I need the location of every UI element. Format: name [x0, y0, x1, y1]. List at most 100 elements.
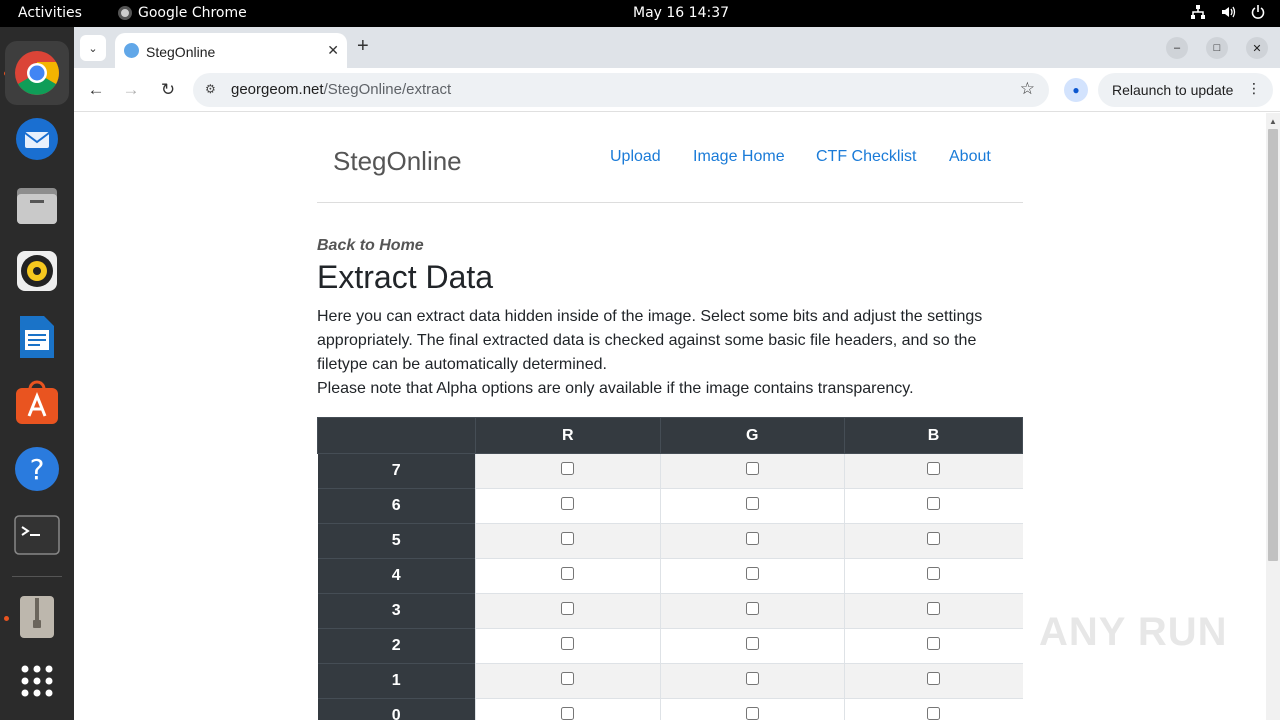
nav-image-home[interactable]: Image Home [693, 148, 785, 166]
app-grid-icon[interactable] [5, 649, 69, 713]
thunderbird-icon[interactable] [5, 107, 69, 171]
table-row: 4 [317, 558, 1023, 594]
back-arrow-icon[interactable]: ← [84, 78, 108, 102]
bit-cell [475, 593, 661, 629]
help-icon[interactable]: ? [5, 437, 69, 501]
bit-row-label: 0 [317, 698, 476, 720]
bit-cell [844, 523, 1023, 559]
bit-cell [844, 453, 1023, 489]
bit-cell [844, 663, 1023, 699]
tab-search-button[interactable]: ⌄ [80, 35, 106, 61]
new-tab-button[interactable]: + [357, 35, 369, 58]
header-divider [317, 202, 1023, 203]
bit-checkbox-b-7[interactable] [927, 462, 941, 475]
bit-cell [475, 663, 661, 699]
bit-checkbox-b-1[interactable] [927, 672, 941, 685]
bit-checkbox-g-0[interactable] [745, 707, 759, 720]
writer-icon[interactable] [5, 305, 69, 369]
clock[interactable]: May 16 14:37 [633, 5, 729, 21]
bit-checkbox-g-5[interactable] [745, 532, 759, 545]
address-bar[interactable]: ⚙ georgeom.net/StegOnline/extract ☆ [193, 73, 1049, 107]
chrome-icon[interactable] [5, 41, 69, 105]
dock-separator [12, 576, 62, 577]
table-row: 2 [317, 628, 1023, 664]
page-title: Extract Data [317, 259, 494, 295]
minimize-button[interactable]: – [1166, 37, 1188, 59]
back-to-home-link[interactable]: Back to Home [317, 237, 424, 255]
bit-checkbox-b-6[interactable] [927, 497, 941, 510]
bit-checkbox-g-2[interactable] [745, 637, 759, 650]
files-icon[interactable] [5, 173, 69, 237]
table-row: 3 [317, 593, 1023, 629]
dock: ? [0, 27, 74, 720]
bit-row-label: 2 [317, 628, 476, 664]
bit-checkbox-g-1[interactable] [745, 672, 759, 685]
bit-checkbox-b-4[interactable] [927, 567, 941, 580]
bit-cell [844, 628, 1023, 664]
scrollbar-thumb[interactable] [1268, 129, 1278, 561]
site-brand[interactable]: StegOnline [333, 146, 462, 177]
bit-checkbox-b-5[interactable] [927, 532, 941, 545]
bit-checkbox-b-3[interactable] [927, 602, 941, 615]
url-text[interactable]: georgeom.net/StegOnline/extract [231, 81, 451, 98]
reload-icon[interactable]: ↻ [156, 78, 180, 102]
bit-cell [475, 628, 661, 664]
bit-checkbox-r-5[interactable] [561, 532, 575, 545]
bit-checkbox-b-0[interactable] [927, 707, 941, 720]
bit-cell [659, 593, 845, 629]
bit-checkbox-r-3[interactable] [561, 602, 575, 615]
volume-icon [1220, 4, 1236, 20]
corner-header [317, 417, 476, 454]
app-center-icon[interactable] [5, 371, 69, 435]
bit-checkbox-g-4[interactable] [745, 567, 759, 580]
power-icon [1250, 4, 1266, 20]
relaunch-label: Relaunch to update [1112, 82, 1234, 98]
scroll-up-icon[interactable]: ▲ [1269, 117, 1277, 126]
app-name: Google Chrome [138, 5, 247, 21]
app-menu[interactable]: Google Chrome [118, 5, 247, 21]
close-window-button[interactable]: ✕ [1246, 37, 1268, 59]
bit-checkbox-r-4[interactable] [561, 567, 575, 580]
bit-checkbox-r-6[interactable] [561, 497, 575, 510]
bit-checkbox-r-2[interactable] [561, 637, 575, 650]
bit-row-label: 1 [317, 663, 476, 699]
bookmark-star-icon[interactable]: ☆ [1020, 79, 1035, 99]
profile-avatar-icon[interactable]: ● [1064, 78, 1088, 102]
bit-checkbox-g-6[interactable] [745, 497, 759, 510]
bit-cell [659, 663, 845, 699]
system-tray[interactable] [1190, 4, 1266, 20]
tab-title: StegOnline [146, 44, 216, 60]
nav-upload[interactable]: Upload [610, 148, 661, 166]
bit-checkbox-r-1[interactable] [561, 672, 575, 685]
close-tab-icon[interactable]: ✕ [327, 42, 339, 59]
bit-checkbox-g-7[interactable] [745, 462, 759, 475]
rhythmbox-icon[interactable] [5, 239, 69, 303]
table-row: 6 [317, 488, 1023, 524]
menu-kebab-icon[interactable]: ⋮ [1247, 80, 1261, 97]
bit-checkbox-r-7[interactable] [561, 462, 575, 475]
nav-about[interactable]: About [949, 148, 991, 166]
bit-row-label: 4 [317, 558, 476, 594]
bit-cell [659, 453, 845, 489]
page-scrollbar[interactable]: ▲ [1266, 113, 1280, 720]
maximize-button[interactable]: □ [1206, 37, 1228, 59]
bit-checkbox-g-3[interactable] [745, 602, 759, 615]
table-row: 1 [317, 663, 1023, 699]
url-path: /StegOnline/extract [323, 81, 452, 98]
bit-checkbox-r-0[interactable] [561, 707, 575, 720]
anyrun-watermark: ANY RUN [1039, 610, 1228, 654]
activities-button[interactable]: Activities [18, 5, 82, 21]
forward-arrow-icon[interactable]: → [119, 78, 143, 102]
nav-ctf-checklist[interactable]: CTF Checklist [816, 148, 916, 166]
chevron-down-icon: ⌄ [88, 42, 98, 55]
bit-checkbox-b-2[interactable] [927, 637, 941, 650]
bit-row-label: 3 [317, 593, 476, 629]
terminal-icon[interactable] [5, 503, 69, 567]
site-settings-icon[interactable]: ⚙ [205, 82, 216, 96]
favicon-icon [124, 43, 139, 58]
tab-stegonline[interactable]: StegOnline ✕ [115, 33, 347, 68]
bit-row-label: 6 [317, 488, 476, 524]
archive-icon[interactable] [5, 585, 69, 649]
relaunch-button[interactable]: Relaunch to update ⋮ [1098, 73, 1273, 107]
chrome-small-icon [118, 6, 132, 20]
